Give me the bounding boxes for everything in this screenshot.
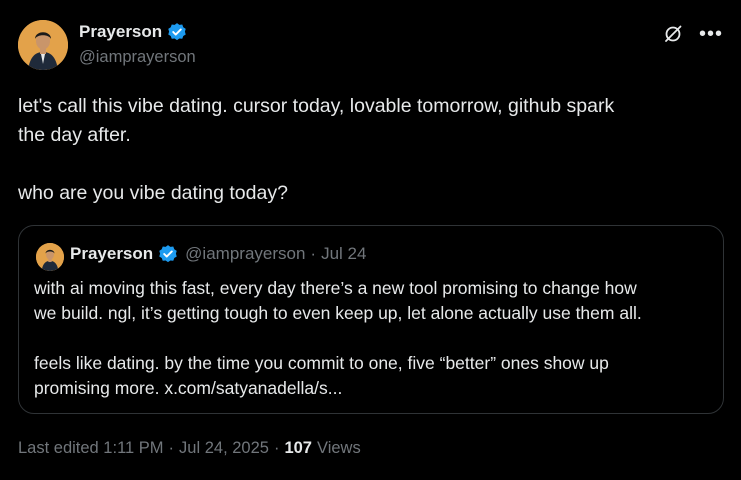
quoted-author-avatar [36, 243, 64, 271]
quoted-text-line: with ai moving this fast, every day ther… [34, 278, 637, 298]
edited-timestamp[interactable]: Last edited 1:11 PM [18, 439, 164, 458]
quoted-tweet-header: Prayerson @iamprayerson · Jul 24 [70, 244, 366, 264]
quoted-text-line: feels like dating. by the time you commi… [34, 353, 609, 373]
quoted-author-name: Prayerson [70, 244, 154, 263]
views-count: 107 [284, 439, 312, 457]
tweet-text-line: the day after. [18, 124, 131, 146]
quoted-author-handle: @iamprayerson [185, 244, 306, 263]
tweet-date[interactable]: Jul 24, 2025 [179, 439, 269, 458]
tweet-meta: Last edited 1:11 PM · Jul 24, 2025 · 107… [18, 439, 361, 458]
quoted-tweet-date: Jul 24 [321, 244, 367, 263]
verified-badge-icon [168, 23, 186, 41]
quoted-tweet-text: with ai moving this fast, every day ther… [34, 276, 714, 401]
tweet-text-line: let's call this vibe dating. cursor toda… [18, 95, 615, 117]
separator: · [310, 244, 317, 263]
more-options-icon[interactable]: ••• [699, 24, 723, 44]
tweet-text-line: who are you vibe dating today? [18, 182, 288, 204]
tweet-detail: Prayerson @iamprayerson ••• let's call t… [0, 0, 741, 480]
author-display-name[interactable]: Prayerson [79, 22, 162, 42]
verified-badge-icon [159, 245, 177, 263]
quoted-text-line: we build. ngl, it’s getting tough to eve… [34, 303, 642, 323]
quoted-tweet-card[interactable]: Prayerson @iamprayerson · Jul 24 with ai… [18, 225, 724, 414]
author-handle[interactable]: @iamprayerson [79, 48, 196, 67]
quoted-text-line: promising more. x.com/satyanadella/s... [34, 378, 343, 398]
tweet-text: let's call this vibe dating. cursor toda… [18, 92, 718, 208]
grok-icon[interactable] [663, 24, 683, 44]
separator: · [273, 439, 280, 457]
author-name-row: Prayerson [79, 22, 187, 42]
views-label: Views [316, 439, 361, 457]
author-avatar[interactable] [18, 20, 68, 70]
tweet-top-actions: ••• [663, 24, 723, 44]
separator: · [168, 439, 175, 457]
